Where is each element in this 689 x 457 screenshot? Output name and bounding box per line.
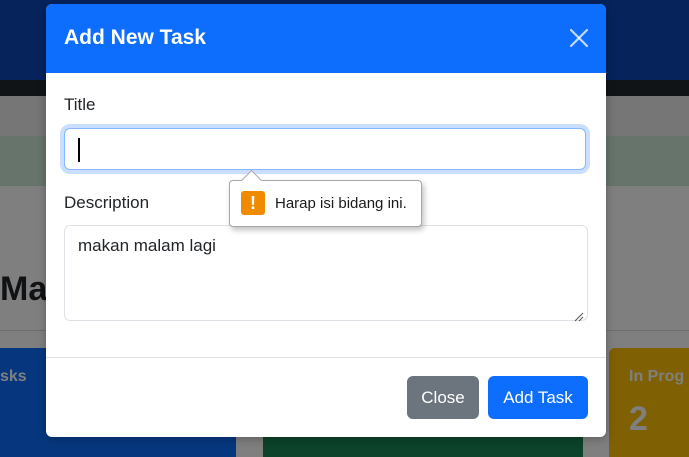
app-screen: Ma sks In Prog 2 Add New Task Title Desc…: [0, 0, 689, 457]
close-button[interactable]: Close: [407, 376, 479, 419]
modal-title: Add New Task: [64, 26, 206, 49]
validation-tooltip: ! Harap isi bidang ini.: [229, 169, 422, 227]
modal-header: Add New Task: [46, 4, 606, 73]
description-textarea[interactable]: makan malam lagi: [64, 225, 588, 321]
resize-grip-icon[interactable]: [574, 309, 584, 322]
title-input[interactable]: [64, 128, 586, 170]
title-label: Title: [64, 95, 96, 114]
text-caret: [78, 138, 80, 162]
warning-icon: !: [241, 191, 265, 215]
modal-footer-divider: [46, 357, 606, 358]
description-label: Description: [64, 193, 150, 212]
validation-message: Harap isi bidang ini.: [275, 195, 407, 212]
close-icon[interactable]: [566, 25, 592, 51]
add-task-button[interactable]: Add Task: [488, 376, 588, 419]
